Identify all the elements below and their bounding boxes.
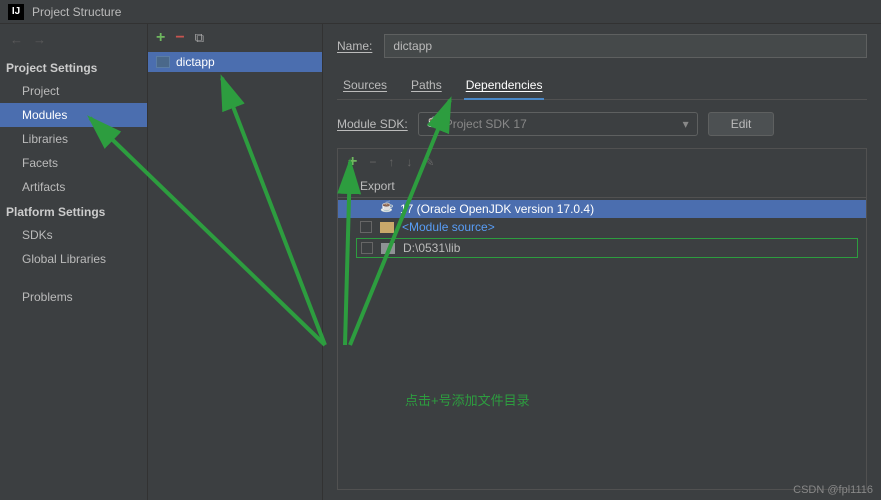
sidebar-item-project[interactable]: Project xyxy=(0,79,147,103)
folder-icon xyxy=(380,222,394,233)
tab-sources[interactable]: Sources xyxy=(341,72,389,100)
tab-paths[interactable]: Paths xyxy=(409,72,444,100)
module-toolbar: + − ⧉ xyxy=(148,24,322,52)
name-row: Name: xyxy=(337,34,867,58)
tab-dependencies[interactable]: Dependencies xyxy=(464,72,545,100)
deps-header: Export xyxy=(338,175,866,198)
module-item-label: dictapp xyxy=(176,55,215,69)
sidebar: ← → Project Settings Project Modules Lib… xyxy=(0,24,148,500)
sdk-label: Module SDK: xyxy=(337,117,408,131)
move-up-icon[interactable]: ↑ xyxy=(388,155,394,169)
sidebar-item-artifacts[interactable]: Artifacts xyxy=(0,175,147,199)
sidebar-item-libraries[interactable]: Libraries xyxy=(0,127,147,151)
java-icon xyxy=(427,117,439,131)
section-project-settings: Project Settings xyxy=(0,55,147,79)
edit-sdk-button[interactable]: Edit xyxy=(708,112,775,136)
deps-toolbar: + − ↑ ↓ ✎ xyxy=(338,149,866,175)
dep-row-sdk[interactable]: 17 (Oracle OpenJDK version 17.0.4) xyxy=(338,200,866,218)
dep-row-module-source[interactable]: <Module source> xyxy=(338,218,866,236)
remove-dependency-icon[interactable]: − xyxy=(369,155,376,169)
sidebar-item-modules[interactable]: Modules xyxy=(0,103,147,127)
copy-module-icon[interactable]: ⧉ xyxy=(195,30,204,46)
sidebar-item-problems[interactable]: Problems xyxy=(0,285,147,309)
folder-icon xyxy=(381,243,395,254)
forward-icon[interactable]: → xyxy=(33,32,46,47)
tabs: Sources Paths Dependencies xyxy=(337,72,867,100)
name-input[interactable] xyxy=(384,34,867,58)
annotation-text: 点击+号添加文件目录 xyxy=(405,390,530,409)
deps-container: + − ↑ ↓ ✎ Export 17 (Oracle OpenJDK vers… xyxy=(337,148,867,490)
module-folder-icon xyxy=(156,56,170,68)
add-dependency-icon[interactable]: + xyxy=(348,153,357,171)
chevron-down-icon: ▾ xyxy=(683,117,689,131)
dep-row-lib-highlight: D:\0531\lib xyxy=(356,238,858,258)
add-module-icon[interactable]: + xyxy=(156,29,165,47)
details-panel: Name: Sources Paths Dependencies Module … xyxy=(323,24,881,500)
sidebar-item-sdks[interactable]: SDKs xyxy=(0,223,147,247)
dep-module-source-label: <Module source> xyxy=(402,220,495,234)
edit-dependency-icon[interactable]: ✎ xyxy=(424,155,434,169)
remove-module-icon[interactable]: − xyxy=(175,29,184,47)
nav-arrows: ← → xyxy=(0,24,147,55)
intellij-icon: IJ xyxy=(8,4,24,20)
sdk-row: Module SDK: Project SDK 17 ▾ Edit xyxy=(337,112,867,136)
dep-lib-label: D:\0531\lib xyxy=(403,241,460,255)
move-down-icon[interactable]: ↓ xyxy=(406,155,412,169)
back-icon[interactable]: ← xyxy=(10,32,23,47)
module-item-dictapp[interactable]: dictapp xyxy=(148,52,322,72)
name-label: Name: xyxy=(337,39,372,53)
sdk-value: Project SDK 17 xyxy=(445,117,527,131)
sdk-select[interactable]: Project SDK 17 ▾ xyxy=(418,112,698,136)
dep-checkbox[interactable] xyxy=(361,242,373,254)
title-bar: IJ Project Structure xyxy=(0,0,881,24)
section-platform-settings: Platform Settings xyxy=(0,199,147,223)
sidebar-item-facets[interactable]: Facets xyxy=(0,151,147,175)
sidebar-item-global-libraries[interactable]: Global Libraries xyxy=(0,247,147,271)
watermark: CSDN @fpl1116 xyxy=(793,484,873,496)
main-layout: ← → Project Settings Project Modules Lib… xyxy=(0,24,881,500)
java-icon xyxy=(380,202,392,216)
deps-list: 17 (Oracle OpenJDK version 17.0.4) <Modu… xyxy=(338,198,866,489)
module-list-panel: + − ⧉ dictapp xyxy=(148,24,323,500)
window-title: Project Structure xyxy=(32,5,121,19)
dep-sdk-label: 17 (Oracle OpenJDK version 17.0.4) xyxy=(400,202,594,216)
dep-checkbox[interactable] xyxy=(360,221,372,233)
